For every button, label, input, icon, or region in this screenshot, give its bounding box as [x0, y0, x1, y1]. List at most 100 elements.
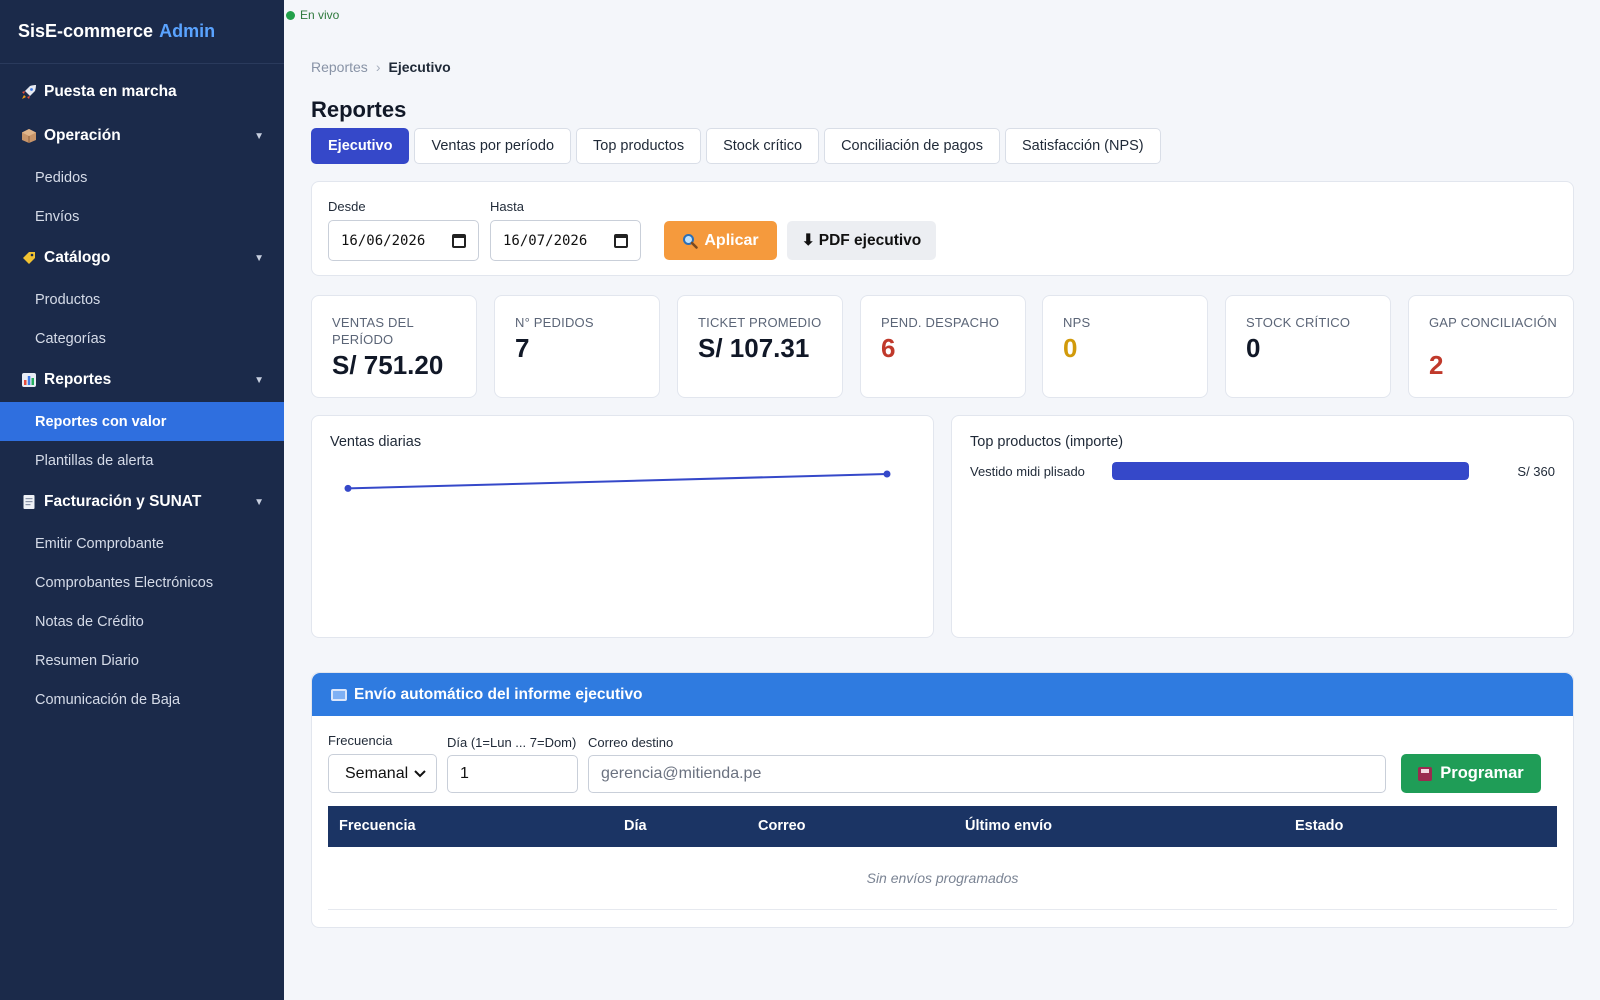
kpi-value: 0 — [1063, 333, 1078, 363]
top-product-bar — [1112, 462, 1469, 480]
kpi-label: Stock crítico — [1246, 315, 1351, 330]
frequency-select[interactable]: Semanal — [328, 754, 437, 793]
envelope-icon — [331, 688, 347, 701]
column-header-frecuencia[interactable]: Frecuencia — [339, 818, 416, 834]
email-label: Correo destino — [588, 735, 674, 750]
column-header-estado[interactable]: Estado — [1295, 818, 1343, 834]
sidebar-group-label: Operación — [44, 127, 121, 144]
kpi-value: 2 — [1429, 350, 1444, 380]
to-date-value: 16/07/2026 — [503, 232, 588, 249]
day-input[interactable]: 1 — [447, 755, 578, 793]
daily-sales-chart-card: Ventas diarias — [311, 415, 934, 638]
brand-name: SisE-commerce — [18, 21, 154, 41]
apply-button[interactable]: Aplicar — [664, 221, 777, 260]
daily-sales-line — [347, 473, 888, 490]
kpi-label: Ticket promedio — [698, 315, 822, 330]
kpi-n-pedidos: N° pedidos 7 — [494, 295, 660, 398]
schedule-button[interactable]: Programar — [1401, 754, 1541, 793]
chevron-down-icon: ▼ — [254, 496, 264, 508]
breadcrumb-separator-icon: › — [375, 59, 381, 75]
tab-ejecutivo[interactable]: Ejecutivo — [311, 128, 410, 164]
sidebar: SisE-commerce Admin Puesta en marcha Ope… — [0, 0, 284, 1000]
tab-ventas-por-periodo[interactable]: Ventas por período — [414, 128, 572, 164]
brand-logo[interactable]: SisE-commerce Admin — [0, 0, 284, 64]
calendar-icon[interactable] — [452, 233, 466, 248]
sidebar-group-label: Catálogo — [44, 249, 111, 266]
sidebar-item-pedidos[interactable]: Pedidos — [0, 158, 284, 197]
tab-top-productos[interactable]: Top productos — [576, 128, 702, 164]
sidebar-group-reportes[interactable]: Reportes ▼ — [0, 358, 284, 402]
column-header-correo[interactable]: Correo — [758, 818, 806, 834]
kpi-ticket-promedio: Ticket promedio S/ 107.31 — [677, 295, 843, 398]
sidebar-item-resumen-diario[interactable]: Resumen Diario — [0, 641, 284, 680]
breadcrumb-parent[interactable]: Reportes — [311, 59, 368, 75]
sidebar-item-emitir-comprobante[interactable]: Emitir Comprobante — [0, 524, 284, 563]
sidebar-group-label: Reportes — [44, 371, 112, 388]
sidebar-group-operacion[interactable]: Operación ▼ — [0, 114, 284, 158]
sidebar-group-label: Puesta en marcha — [44, 83, 177, 100]
sidebar-group-puesta-en-marcha[interactable]: Puesta en marcha — [0, 70, 284, 114]
sidebar-item-notas-de-credito[interactable]: Notas de Crédito — [0, 602, 284, 641]
pdf-executive-button[interactable]: ⬇ PDF ejecutivo — [787, 221, 936, 260]
tab-stock-critico[interactable]: Stock crítico — [706, 128, 820, 164]
kpi-pend-despacho: Pend. despacho 6 — [860, 295, 1026, 398]
schedule-title: Envío automático del informe ejecutivo — [354, 685, 643, 703]
from-date-input[interactable]: 16/06/2026 — [328, 220, 479, 261]
kpi-stock-critico: Stock crítico 0 — [1225, 295, 1391, 398]
sidebar-item-categorias[interactable]: Categorías — [0, 319, 284, 358]
sidebar-group-facturacion[interactable]: Facturación y SUNAT ▼ — [0, 480, 284, 524]
sidebar-item-reportes-con-valor[interactable]: Reportes con valor — [0, 402, 284, 441]
live-status: En vivo — [286, 8, 339, 22]
download-arrow-icon: ⬇ — [801, 232, 815, 249]
chevron-down-icon: ▼ — [254, 374, 264, 386]
to-date-label: Hasta — [490, 199, 524, 214]
floppy-disk-icon — [1418, 766, 1433, 781]
sidebar-item-comunicacion-de-baja[interactable]: Comunicación de Baja — [0, 680, 284, 719]
pdf-button-label: PDF ejecutivo — [818, 231, 922, 249]
top-product-bar-track — [1112, 462, 1469, 480]
kpi-value: 6 — [881, 333, 896, 363]
sidebar-group-catalogo[interactable]: Catálogo ▼ — [0, 236, 284, 280]
kpi-label: Ventas del período — [332, 315, 414, 347]
report-tabs: Ejecutivo Ventas por período Top product… — [311, 128, 1161, 164]
page-title: Reportes — [311, 97, 407, 122]
bar-chart-icon — [20, 371, 38, 389]
kpi-label: N° pedidos — [515, 315, 594, 330]
calendar-icon[interactable] — [614, 233, 628, 248]
tab-satisfaccion-nps[interactable]: Satisfacción (NPS) — [1004, 128, 1161, 164]
top-product-label: Vestido midi plisado — [970, 464, 1085, 479]
kpi-value: S/ 751.20 — [332, 350, 444, 380]
day-value: 1 — [460, 765, 469, 782]
sidebar-item-envios[interactable]: Envíos — [0, 197, 284, 236]
kpi-label: NPS — [1063, 315, 1091, 330]
kpi-gap-conciliacion: Gap conciliación 2 — [1408, 295, 1574, 398]
email-input[interactable]: gerencia@mitienda.pe — [588, 755, 1386, 793]
sidebar-nav: Puesta en marcha Operación ▼ Pedidos Env… — [0, 64, 284, 719]
column-header-dia[interactable]: Día — [624, 818, 647, 834]
kpi-value: S/ 107.31 — [698, 333, 810, 363]
line-point-1 — [883, 470, 891, 478]
sidebar-item-plantillas-de-alerta[interactable]: Plantillas de alerta — [0, 441, 284, 480]
sidebar-item-productos[interactable]: Productos — [0, 280, 284, 319]
date-filter-card: Desde 16/06/2026 Hasta 16/07/2026 Aplica… — [311, 181, 1574, 276]
sidebar-item-comprobantes-electronicos[interactable]: Comprobantes Electrónicos — [0, 563, 284, 602]
tab-conciliacion-de-pagos[interactable]: Conciliación de pagos — [824, 128, 1000, 164]
frequency-value: Semanal — [345, 764, 409, 782]
rocket-icon — [20, 83, 38, 101]
day-label: Día (1=Lun ... 7=Dom) — [447, 735, 577, 750]
schedule-table-empty-state: Sin envíos programados — [328, 847, 1557, 910]
from-date-label: Desde — [328, 199, 366, 214]
kpi-value: 0 — [1246, 333, 1261, 363]
schedule-table-header: Frecuencia Día Correo Último envío Estad… — [328, 806, 1557, 847]
to-date-input[interactable]: 16/07/2026 — [490, 220, 641, 261]
auto-report-schedule-card: Envío automático del informe ejecutivo F… — [311, 672, 1574, 928]
column-header-ultimo-envio[interactable]: Último envío — [965, 818, 1052, 834]
live-dot-icon — [286, 10, 295, 20]
line-point-0 — [344, 484, 352, 492]
kpi-label: Pend. despacho — [881, 315, 1000, 330]
from-date-value: 16/06/2026 — [341, 232, 426, 249]
sidebar-group-label: Facturación y SUNAT — [44, 493, 202, 510]
breadcrumb: Reportes › Ejecutivo — [311, 59, 451, 75]
kpi-nps: NPS 0 — [1042, 295, 1208, 398]
top-product-value: S/ 360 — [1517, 464, 1555, 479]
